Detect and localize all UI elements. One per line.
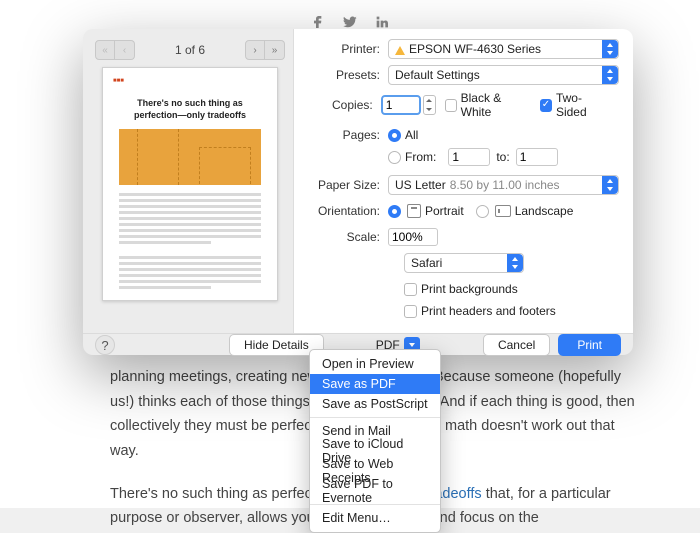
thumb-graphic bbox=[119, 129, 261, 185]
from-label: From: bbox=[405, 150, 436, 164]
help-button[interactable]: ? bbox=[95, 335, 115, 355]
page-thumbnail: ■■■ There's no such thing as perfection—… bbox=[102, 67, 278, 301]
two-sided-checkbox[interactable] bbox=[540, 99, 552, 112]
two-sided-option[interactable]: Two-Sided bbox=[540, 91, 607, 119]
portrait-option[interactable]: Portrait bbox=[388, 204, 464, 218]
orientation-label: Orientation: bbox=[300, 204, 388, 218]
pages-label: Pages: bbox=[300, 128, 388, 142]
paper-size-label: Paper Size: bbox=[300, 178, 388, 192]
from-input[interactable] bbox=[448, 148, 490, 166]
pdf-menu-item[interactable]: Edit Menu… bbox=[310, 508, 440, 528]
prev-page-button[interactable]: ‹ bbox=[115, 40, 135, 60]
paper-size-select[interactable]: US Letter 8.50 by 11.00 inches bbox=[388, 175, 619, 195]
linkedin-icon[interactable] bbox=[374, 14, 390, 30]
page-count: 1 of 6 bbox=[175, 43, 205, 57]
pdf-menu-item[interactable]: Save as PostScript bbox=[310, 394, 440, 414]
pdf-menu-item[interactable]: Save PDF to Evernote bbox=[310, 481, 440, 501]
pdf-menu-item[interactable]: Save as PDF bbox=[310, 374, 440, 394]
presets-label: Presets: bbox=[300, 68, 388, 82]
cancel-button[interactable]: Cancel bbox=[483, 334, 550, 356]
dropdown-icon bbox=[507, 254, 523, 272]
pages-from-radio[interactable] bbox=[388, 151, 401, 164]
copies-label: Copies: bbox=[300, 98, 381, 112]
dropdown-icon bbox=[602, 66, 618, 84]
pages-all-option[interactable]: All bbox=[388, 128, 418, 142]
print-button[interactable]: Print bbox=[558, 334, 621, 356]
scale-label: Scale: bbox=[300, 230, 388, 244]
print-bg-option[interactable]: Print backgrounds bbox=[404, 282, 518, 296]
app-select[interactable]: Safari bbox=[404, 253, 524, 273]
landscape-radio[interactable] bbox=[476, 205, 489, 218]
portrait-radio[interactable] bbox=[388, 205, 401, 218]
printer-label: Printer: bbox=[300, 42, 388, 56]
to-input[interactable] bbox=[516, 148, 558, 166]
printer-select[interactable]: EPSON WF-4630 Series bbox=[388, 39, 619, 59]
printer-value: EPSON WF-4630 Series bbox=[409, 42, 541, 56]
presets-select[interactable]: Default Settings bbox=[388, 65, 619, 85]
article-text: planning meetings, creating new bbox=[110, 369, 322, 385]
dropdown-icon bbox=[602, 176, 618, 194]
pages-from-option[interactable]: From: bbox=[388, 150, 436, 164]
last-page-button[interactable]: » bbox=[265, 40, 285, 60]
copies-stepper[interactable] bbox=[423, 95, 436, 115]
landscape-option[interactable]: Landscape bbox=[476, 204, 574, 218]
preview-pane: « ‹ 1 of 6 › » ■■■ There's no such thing… bbox=[83, 29, 293, 333]
print-hf-option[interactable]: Print headers and footers bbox=[404, 304, 556, 318]
first-page-button[interactable]: « bbox=[95, 40, 115, 60]
print-bg-checkbox[interactable] bbox=[404, 283, 417, 296]
pdf-menu[interactable]: Open in PreviewSave as PDFSave as PostSc… bbox=[309, 349, 441, 533]
bw-option[interactable]: Black & White bbox=[445, 91, 528, 119]
pdf-menu-item[interactable]: Open in Preview bbox=[310, 354, 440, 374]
landscape-icon bbox=[495, 205, 511, 217]
pages-all-radio[interactable] bbox=[388, 129, 401, 142]
thumb-title: There's no such thing as perfection—only… bbox=[127, 98, 253, 121]
twitter-icon[interactable] bbox=[342, 14, 358, 30]
bw-checkbox[interactable] bbox=[445, 99, 457, 112]
print-hf-checkbox[interactable] bbox=[404, 305, 417, 318]
facebook-icon[interactable] bbox=[310, 14, 326, 30]
paper-size-sub: 8.50 by 11.00 inches bbox=[450, 178, 560, 192]
next-page-button[interactable]: › bbox=[245, 40, 265, 60]
app-value: Safari bbox=[411, 256, 442, 270]
prev-page-group[interactable]: « ‹ bbox=[95, 40, 135, 60]
print-settings: Printer: EPSON WF-4630 Series Presets: D… bbox=[293, 29, 633, 333]
warning-icon bbox=[395, 46, 405, 55]
portrait-icon bbox=[407, 204, 421, 218]
print-dialog: « ‹ 1 of 6 › » ■■■ There's no such thing… bbox=[83, 29, 633, 355]
next-page-group[interactable]: › » bbox=[245, 40, 285, 60]
copies-input[interactable] bbox=[381, 95, 421, 115]
presets-value: Default Settings bbox=[395, 68, 480, 82]
paper-size-value: US Letter bbox=[395, 178, 446, 192]
thumb-logo: ■■■ bbox=[113, 78, 267, 84]
to-label: to: bbox=[496, 150, 509, 164]
scale-input[interactable] bbox=[388, 228, 438, 246]
dropdown-icon bbox=[602, 40, 618, 58]
